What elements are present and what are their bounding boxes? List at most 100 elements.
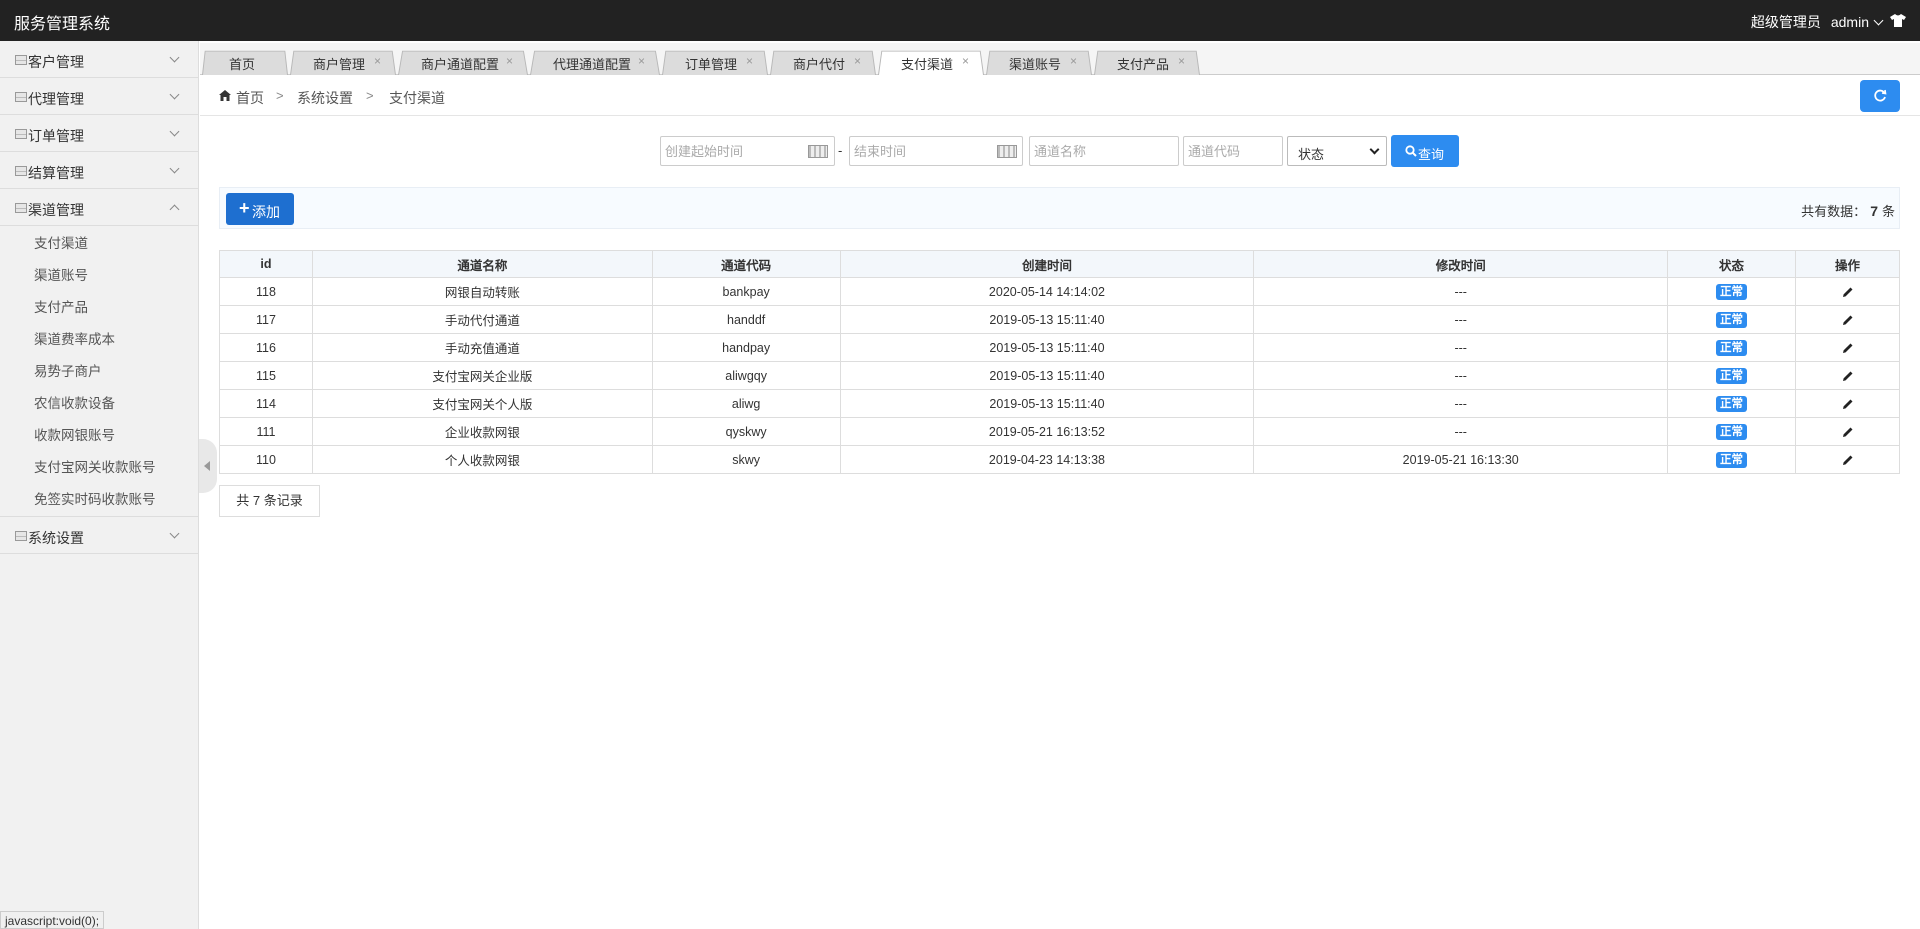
cell-actions: [1795, 417, 1900, 446]
status-badge[interactable]: 正常: [1716, 395, 1748, 412]
status-badge[interactable]: 正常: [1716, 367, 1748, 384]
tab-close-button[interactable]: ×: [1070, 54, 1077, 68]
table-row: 111 企业收款网银 qyskwy 2019-05-21 16:13:52 --…: [219, 417, 1900, 446]
status-badge[interactable]: 正常: [1716, 283, 1748, 300]
cell-modified: ---: [1253, 417, 1669, 446]
cell-status: 正常: [1667, 417, 1797, 446]
sidebar-item-payment-channel[interactable]: 支付渠道: [0, 228, 198, 260]
sidebar-item-alipay-gateway-account[interactable]: 支付宝网关收款账号: [0, 452, 198, 484]
cell-created: 2019-04-23 14:13:38: [839, 445, 1255, 474]
chevron-down-icon: [1369, 144, 1380, 155]
sidebar-group-channels[interactable]: 渠道管理: [0, 189, 198, 226]
plus-icon: +: [239, 198, 250, 218]
pencil-icon[interactable]: [1842, 342, 1854, 354]
tab-label: 支付渠道: [901, 57, 954, 72]
breadcrumb-home[interactable]: 首页: [236, 88, 264, 108]
tab-close-button[interactable]: ×: [1178, 54, 1185, 68]
cell-name: 支付宝网关企业版: [311, 361, 653, 390]
tab-close-button[interactable]: ×: [506, 54, 513, 68]
tab-close-button[interactable]: ×: [746, 54, 753, 68]
sidebar-group-settlement[interactable]: 结算管理: [0, 152, 198, 189]
refresh-button[interactable]: [1860, 80, 1900, 112]
pencil-icon[interactable]: [1842, 454, 1854, 466]
status-select-value: 状态: [1298, 147, 1325, 162]
pencil-icon[interactable]: [1842, 398, 1854, 410]
breadcrumb-level1[interactable]: 系统设置: [297, 88, 353, 108]
chevron-up-icon: [169, 204, 180, 215]
status-badge[interactable]: 正常: [1716, 339, 1748, 356]
cell-status: 正常: [1667, 305, 1797, 334]
sidebar-item-realtime-code-account[interactable]: 免签实时码收款账号: [0, 484, 198, 516]
tab-close-button[interactable]: ×: [962, 54, 969, 68]
cell-status: 正常: [1667, 361, 1797, 390]
folder-icon: [15, 55, 27, 65]
sidebar-group-label: 代理管理: [28, 91, 84, 107]
status-select[interactable]: 状态: [1287, 136, 1387, 166]
status-badge[interactable]: 正常: [1716, 311, 1748, 328]
tab-label: 订单管理: [685, 57, 738, 72]
pencil-icon[interactable]: [1842, 286, 1854, 298]
calendar-icon[interactable]: [997, 145, 1017, 158]
table-row: 117 手动代付通道 handdf 2019-05-13 15:11:40 --…: [219, 305, 1900, 334]
sidebar-group-system-settings[interactable]: 系统设置: [0, 517, 198, 554]
column-header-status[interactable]: 状态: [1667, 250, 1797, 278]
folder-icon: [15, 531, 27, 541]
total-count: 共有数据： 7 条: [1801, 201, 1895, 220]
breadcrumb-separator: >: [366, 88, 374, 103]
add-button[interactable]: + 添加: [226, 193, 294, 225]
column-header-code[interactable]: 通道代码: [651, 250, 841, 278]
refresh-icon: [1874, 89, 1887, 102]
pencil-icon[interactable]: [1842, 426, 1854, 438]
sidebar-group-label: 渠道管理: [28, 202, 84, 218]
tab-bar: 首页 商户管理 × 商户通道配置 × 代理通道配置 × 订单管理 × 商户代付 …: [200, 43, 1920, 75]
pencil-icon[interactable]: [1842, 314, 1854, 326]
cell-status: 正常: [1667, 445, 1797, 474]
add-label: 添加: [252, 204, 280, 220]
home-icon: [219, 90, 231, 101]
cell-status: 正常: [1667, 277, 1797, 306]
sidebar-group-customers[interactable]: 客户管理: [0, 41, 198, 78]
total-suffix: 条: [1881, 204, 1895, 219]
table-row: 118 网银自动转账 bankpay 2020-05-14 14:14:02 -…: [219, 277, 1900, 306]
status-bar-url: javascript:void(0);: [0, 911, 105, 929]
query-button[interactable]: 查询: [1391, 135, 1459, 167]
tab-close-button[interactable]: ×: [638, 54, 645, 68]
sidebar-item-payment-product[interactable]: 支付产品: [0, 292, 198, 324]
tab-close-button[interactable]: ×: [854, 54, 861, 68]
column-header-modified[interactable]: 修改时间: [1253, 250, 1669, 278]
column-header-created[interactable]: 创建时间: [839, 250, 1255, 278]
app-title: 服务管理系统: [14, 16, 111, 33]
sidebar-item-bank-account[interactable]: 收款网银账号: [0, 420, 198, 452]
shirt-icon[interactable]: [1890, 14, 1906, 27]
cell-actions: [1795, 305, 1900, 334]
cell-created: 2019-05-13 15:11:40: [839, 305, 1255, 334]
user-menu[interactable]: admin: [1831, 14, 1884, 30]
cell-modified: ---: [1253, 361, 1669, 390]
breadcrumb-current: 支付渠道: [389, 90, 445, 106]
cell-created: 2019-05-21 16:13:52: [839, 417, 1255, 446]
pencil-icon[interactable]: [1842, 370, 1854, 382]
column-header-name[interactable]: 通道名称: [311, 250, 653, 278]
tab-close-button[interactable]: ×: [374, 54, 381, 68]
tab-label: 首页: [229, 57, 256, 72]
sidebar-item-channel-rate-cost[interactable]: 渠道费率成本: [0, 324, 198, 356]
sidebar-group-orders[interactable]: 订单管理: [0, 115, 198, 152]
sidebar-collapse-handle[interactable]: [199, 439, 217, 493]
channel-name-input[interactable]: [1029, 136, 1179, 166]
column-header-id[interactable]: id: [219, 250, 313, 278]
cell-status: 正常: [1667, 389, 1797, 418]
sidebar-item-channel-account[interactable]: 渠道账号: [0, 260, 198, 292]
calendar-icon[interactable]: [808, 145, 828, 158]
sidebar: 客户管理 代理管理 订单管理 结算管理 渠道管理 支付渠道 渠道账号 支付产品 …: [0, 41, 199, 929]
cell-code: bankpay: [651, 277, 841, 306]
cell-status: 正常: [1667, 333, 1797, 362]
table-row: 115 支付宝网关企业版 aliwgqy 2019-05-13 15:11:40…: [219, 361, 1900, 390]
chevron-down-icon: [169, 528, 180, 539]
sidebar-item-collection-device[interactable]: 农信收款设备: [0, 388, 198, 420]
sidebar-group-agents[interactable]: 代理管理: [0, 78, 198, 115]
cell-created: 2020-05-14 14:14:02: [839, 277, 1255, 306]
channel-code-input[interactable]: [1183, 136, 1283, 166]
status-badge[interactable]: 正常: [1716, 423, 1748, 440]
sidebar-item-sub-merchant[interactable]: 易势子商户: [0, 356, 198, 388]
status-badge[interactable]: 正常: [1716, 451, 1748, 468]
